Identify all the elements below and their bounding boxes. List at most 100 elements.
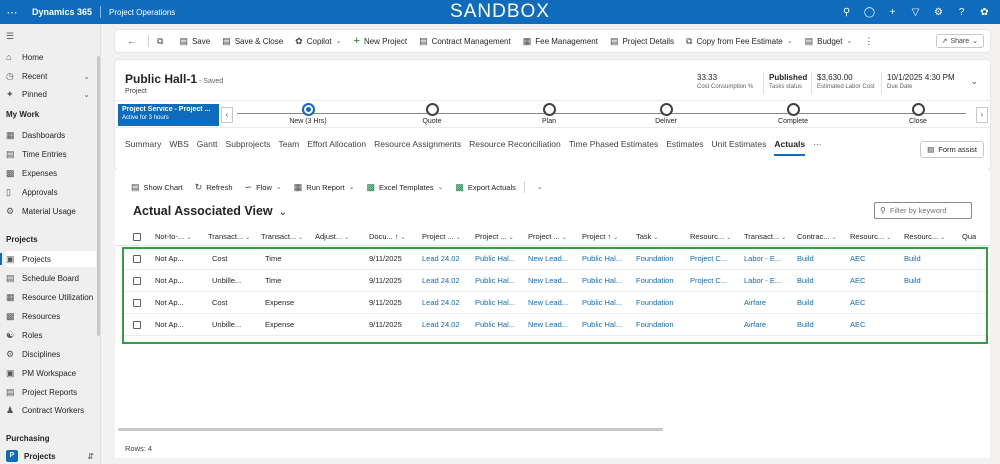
cell-link[interactable]: Project C... — [690, 248, 740, 270]
tab-resource-assignments[interactable]: Resource Assignments — [374, 137, 461, 151]
column-header[interactable]: Not-to-... ⌄ — [155, 228, 207, 246]
column-header[interactable]: Transact... ⌄ — [261, 228, 313, 246]
sidebar-item-dashboards[interactable]: ▦ Dashboards — [6, 127, 96, 143]
cell-link[interactable]: Foundation — [636, 248, 686, 270]
export-actuals-button[interactable]: ▩ Export Actuals — [449, 176, 521, 198]
cell-link[interactable]: Foundation — [636, 292, 686, 314]
tab-effort-allocation[interactable]: Effort Allocation — [307, 137, 366, 151]
sidebar-scrollbar[interactable] — [97, 56, 100, 336]
column-header[interactable]: Resourc... ⌄ — [690, 228, 742, 246]
cell-link[interactable] — [690, 314, 740, 336]
search-icon[interactable]: ⚲ — [835, 7, 858, 18]
cell-link[interactable]: Public Hal... — [582, 270, 632, 292]
sidebar-item-material-usage[interactable]: ⚙ Material Usage — [6, 203, 96, 219]
sidebar-toggle[interactable]: ☰ — [6, 28, 96, 44]
cell-link[interactable]: Public Hal... — [475, 314, 525, 336]
share-button[interactable]: ↗ Share ⌄ — [935, 34, 984, 48]
filter-box[interactable]: ⚲ — [874, 202, 972, 219]
cell-link[interactable]: New Lead... — [528, 270, 578, 292]
table-row[interactable]: Not Ap... Cost Expense 9/11/2025 Lead 24… — [125, 292, 988, 314]
form-assist-button[interactable]: ▤ Form assist — [920, 141, 984, 158]
app-name[interactable]: Project Operations — [101, 8, 175, 17]
show-chart-button[interactable]: ▤ Show Chart — [125, 176, 189, 198]
row-checkbox[interactable] — [133, 321, 141, 329]
tab-subprojects[interactable]: Subprojects — [226, 137, 271, 151]
cell-link[interactable]: New Lead... — [528, 314, 578, 336]
sidebar-item-pinned[interactable]: ✦ Pinned ⌄ — [6, 86, 96, 102]
stage-new[interactable]: New (3 Hrs) — [258, 103, 358, 125]
area-switcher[interactable]: P Projects ⇵ — [0, 448, 100, 464]
cell-link[interactable]: Lead 24.02 — [422, 270, 472, 292]
more-commands-button[interactable]: ⋮ — [858, 30, 883, 52]
more-grid-commands-button[interactable]: ⌄ — [527, 176, 549, 198]
cell-link[interactable]: Build — [797, 292, 847, 314]
open-new-window-button[interactable]: ⧉ — [151, 30, 173, 52]
stage-next-button[interactable]: › — [976, 107, 988, 123]
excel-templates-button[interactable]: ▩ Excel Templates ⌄ — [361, 176, 450, 198]
stage-quote[interactable]: Quote — [382, 103, 482, 125]
plus-icon[interactable]: + — [881, 7, 904, 18]
stage-plan[interactable]: Plan — [499, 103, 599, 125]
table-row[interactable]: Not Ap... Unbille... Time 9/11/2025 Lead… — [125, 270, 988, 292]
cell-link[interactable] — [904, 292, 954, 314]
copy-from-fee-estimate-button[interactable]: ⧉ Copy from Fee Estimate ⌄ — [680, 30, 799, 52]
refresh-button[interactable]: ↻ Refresh — [189, 176, 239, 198]
column-header[interactable]: Project ↑ ⌄ — [582, 228, 634, 246]
cell-link[interactable]: New Lead... — [528, 292, 578, 314]
column-header[interactable]: Transact... ⌄ — [744, 228, 796, 246]
column-header[interactable]: Project ... ⌄ — [475, 228, 527, 246]
column-header[interactable]: Project ... ⌄ — [528, 228, 580, 246]
view-selector[interactable]: Actual Associated View ⌄ — [133, 204, 287, 218]
sidebar-item-expenses[interactable]: ▩ Expenses — [6, 165, 96, 181]
sidebar-item-approvals[interactable]: ▯ Approvals — [6, 184, 96, 200]
cell-link[interactable]: Airfare — [744, 314, 794, 336]
sidebar-item-home[interactable]: ⌂ Home — [6, 49, 96, 65]
cell-link[interactable]: AEC — [850, 314, 900, 336]
column-header[interactable]: Project ... ⌄ — [422, 228, 474, 246]
cell-link[interactable]: Labor - E... — [744, 248, 794, 270]
horizontal-scrollbar[interactable] — [118, 428, 663, 431]
tab-resource-reconciliation[interactable]: Resource Reconciliation — [469, 137, 561, 151]
table-row[interactable]: Not Ap... Cost Time 9/11/2025 Lead 24.02… — [125, 248, 988, 270]
column-header[interactable]: Docu... ↑ ⌄ — [369, 228, 421, 246]
back-button[interactable]: ← — [121, 30, 146, 52]
column-header[interactable]: Resourc... ⌄ — [850, 228, 902, 246]
column-header[interactable]: Adjust... ⌄ — [315, 228, 367, 246]
tab-team[interactable]: Team — [278, 137, 299, 151]
cell-link[interactable]: Foundation — [636, 314, 686, 336]
cell-link[interactable]: Build — [797, 314, 847, 336]
tab-summary[interactable]: Summary — [125, 137, 161, 151]
sidebar-item-project-reports[interactable]: ▤ Project Reports — [6, 384, 96, 400]
tab-more[interactable]: ··· — [813, 137, 822, 151]
cell-link[interactable]: Lead 24.02 — [422, 292, 472, 314]
cell-link[interactable]: Airfare — [744, 292, 794, 314]
lightbulb-icon[interactable]: ◯ — [858, 7, 881, 18]
cell-link[interactable]: AEC — [850, 292, 900, 314]
sidebar-item-schedule-board[interactable]: ▤ Schedule Board — [6, 270, 96, 286]
tab-time-phased-estimates[interactable]: Time Phased Estimates — [569, 137, 658, 151]
cell-link[interactable]: Build — [797, 270, 847, 292]
cell-link[interactable]: Foundation — [636, 270, 686, 292]
tab-actuals[interactable]: Actuals — [774, 137, 805, 156]
column-header[interactable]: Transact... ⌄ — [208, 228, 260, 246]
stage-close[interactable]: Close — [868, 103, 968, 125]
cell-link[interactable]: Public Hal... — [582, 248, 632, 270]
copilot-icon[interactable]: ✿ — [973, 7, 996, 18]
flow-button[interactable]: ∽ Flow ⌄ — [239, 176, 288, 198]
sidebar-item-resource-utilization[interactable]: ▦ Resource Utilization — [6, 289, 96, 305]
cell-link[interactable] — [690, 292, 740, 314]
project-details-button[interactable]: ▤ Project Details — [604, 30, 680, 52]
contract-management-button[interactable]: ▤ Contract Management — [413, 30, 517, 52]
stage-complete[interactable]: Complete — [743, 103, 843, 125]
row-checkbox[interactable] — [133, 299, 141, 307]
cell-link[interactable]: Public Hal... — [475, 270, 525, 292]
stage-prev-button[interactable]: ‹ — [221, 107, 233, 123]
filter-input[interactable] — [889, 206, 968, 215]
cell-link[interactable]: AEC — [850, 270, 900, 292]
sidebar-item-resources[interactable]: ▩ Resources — [6, 308, 96, 324]
tab-estimates[interactable]: Estimates — [666, 137, 703, 151]
save-button[interactable]: ▤ Save — [173, 30, 216, 52]
column-header[interactable]: Resourc... ⌄ — [904, 228, 956, 246]
cell-link[interactable]: Public Hal... — [582, 314, 632, 336]
tab-wbs[interactable]: WBS — [169, 137, 188, 151]
